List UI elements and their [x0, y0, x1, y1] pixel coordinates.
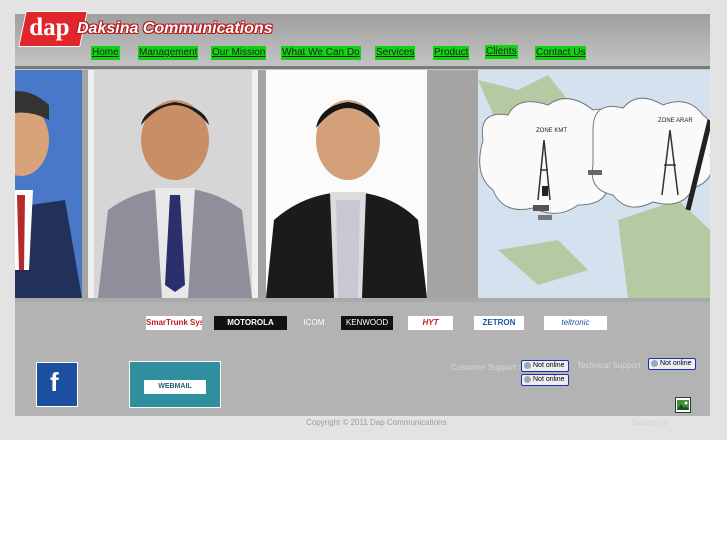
nav-contact-us[interactable]: Contact Us [535, 46, 587, 60]
site-container: dap Daksina Communications Home Manageme… [15, 11, 710, 416]
status-text: Not online [660, 360, 692, 367]
status-text: Not online [533, 362, 565, 369]
customer-support-status-1[interactable]: Not online [521, 360, 569, 372]
facebook-icon[interactable]: f [36, 362, 78, 407]
logo-text: dap [29, 14, 70, 41]
status-icon [524, 362, 531, 369]
facebook-glyph: f [50, 367, 59, 397]
webmail-button[interactable]: WEBMAIL [129, 361, 221, 408]
customer-support-label: Customer Support : [451, 363, 521, 372]
nav-services[interactable]: Services [375, 46, 416, 60]
status-text: Not online [533, 376, 565, 383]
status-icon [651, 360, 658, 367]
hyt-logo[interactable]: HYT [408, 316, 453, 330]
photo-banner: ZONE KMT ZONE ARAR [15, 70, 710, 298]
network-coverage-map: ZONE KMT ZONE ARAR [478, 70, 710, 298]
webmail-label: WEBMAIL [144, 380, 206, 394]
partner-logos: SmarTrunk Systems, Inc. MOTOROLA ICOM KE… [15, 316, 710, 332]
company-name: Daksina Communications [77, 20, 273, 37]
motorola-logo[interactable]: MOTOROLA [214, 316, 287, 330]
director-photo-1 [15, 70, 82, 298]
zone-arar-label: ZONE ARAR [658, 118, 693, 124]
technical-support-label: Technical Support : [577, 361, 646, 370]
zone-kmt-label: ZONE KMT [536, 128, 567, 134]
footer-area: SmarTrunk Systems, Inc. MOTOROLA ICOM KE… [15, 302, 710, 416]
customer-support-status-2[interactable]: Not online [521, 374, 569, 386]
teltronic-logo[interactable]: teltronic [544, 316, 607, 330]
kenwood-logo[interactable]: KENWOOD [341, 316, 393, 330]
nav-clients[interactable]: Clients [485, 45, 518, 59]
image-placeholder-icon[interactable] [675, 397, 691, 413]
zetron-logo[interactable]: ZETRON [474, 316, 524, 330]
icom-logo[interactable]: ICOM [299, 316, 329, 330]
director-photo-2 [88, 70, 258, 298]
director-photo-3 [266, 70, 427, 298]
nav-management[interactable]: Management [138, 46, 199, 60]
nav-what-we-can-do[interactable]: What We Can Do [281, 46, 361, 60]
smartrunk-logo[interactable]: SmarTrunk Systems, Inc. [146, 316, 202, 330]
status-icon [524, 376, 531, 383]
main-nav: Home Management Our Mission What We Can … [15, 45, 710, 66]
nav-our-mission[interactable]: Our Mission [211, 46, 267, 60]
header: dap Daksina Communications Home Manageme… [15, 11, 710, 70]
copyright-text: Copyright © 2011 Dap Communications [306, 418, 447, 427]
nav-product[interactable]: Product [433, 46, 470, 60]
technical-support-status[interactable]: Not online [648, 358, 696, 370]
header-divider [15, 66, 710, 69]
nav-home[interactable]: Home [91, 46, 120, 60]
design-by-text: Design by [632, 418, 668, 427]
